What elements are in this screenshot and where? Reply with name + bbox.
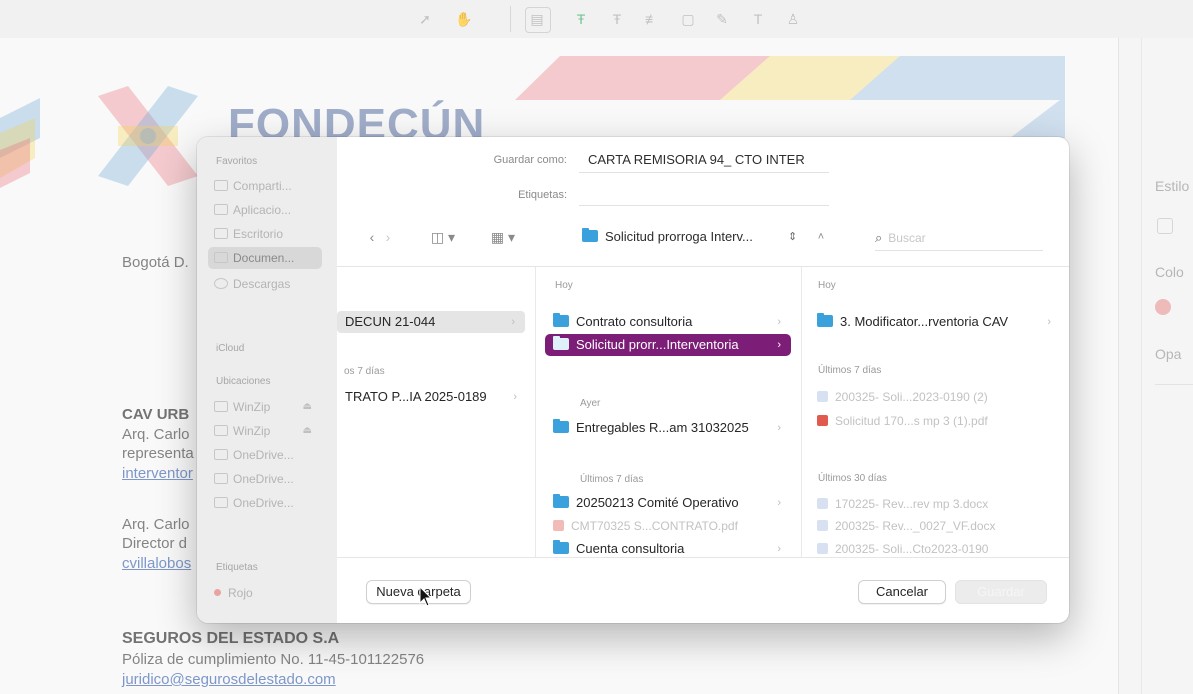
sidebar-item-onedrive[interactable]: OneDrive... [208,492,322,514]
save-button[interactable]: Guardar [955,580,1047,604]
column-view-icon[interactable]: ◫ ▾ [425,226,461,248]
chevron-right-icon: › [777,339,781,351]
back-chevron-icon[interactable]: ‹ [365,226,379,248]
list-item-folder-selected[interactable]: Solicitud prorr...Interventoria › [545,334,791,356]
cloud-icon [214,497,228,508]
forward-chevron-icon[interactable]: › [381,226,395,248]
document-icon [214,252,228,263]
word-file-icon [817,498,828,509]
column-separator [535,267,536,557]
list-item-folder[interactable]: Contrato consultoria › [545,311,791,333]
location-popup[interactable]: Solicitud prorroga Interv... ⇕ [582,225,808,249]
column-section-header: Hoy [555,280,573,291]
folder-icon [817,313,833,327]
sidebar-item-downloads[interactable]: Descargas [208,273,322,295]
cancel-button[interactable]: Cancelar [858,580,946,604]
collapse-chevron-icon[interactable]: ˄ [811,226,831,248]
folder-icon [553,419,569,433]
download-icon [214,278,228,289]
list-item-folder[interactable]: 3. Modificator...rventoria CAV › [809,311,1061,333]
sidebar-item-onedrive[interactable]: OneDrive... [208,444,322,466]
browser-divider [337,266,1069,267]
sidebar-item-documents[interactable]: Documen... [208,247,322,269]
column-separator [801,267,802,557]
list-item-file: 170225- Rev...rev mp 3.docx [809,493,1061,515]
cloud-icon [214,449,228,460]
list-item-folder[interactable]: Entregables R...am 31032025 › [545,417,791,439]
footer-divider [337,557,1069,558]
folder-icon [553,336,569,350]
apps-icon [214,204,228,215]
drive-icon [214,425,228,436]
favorites-header: Favoritos [216,156,258,167]
folder-icon [553,540,569,554]
pdf-file-icon [817,415,828,426]
word-file-icon [817,391,828,402]
filename-input[interactable]: CARTA REMISORIA 94_ CTO INTER [579,149,829,171]
folder-icon [214,180,228,191]
cloud-icon [214,473,228,484]
column-section-header: Últimos 7 días [580,474,644,485]
list-item-file: CMT70325 S...CONTRATO.pdf [545,515,791,537]
list-item-file: 200325- Soli...2023-0190 (2) [809,386,1061,408]
folder-icon [553,494,569,508]
list-item-file: 200325- Rev..._0027_VF.docx [809,515,1061,537]
drive-icon [214,401,228,412]
column-section-header: Hoy [818,280,836,291]
eject-icon[interactable]: ⏏ [303,396,312,418]
tags-header: Etiquetas [216,562,258,573]
sidebar-item-tag-red[interactable]: Rojo [208,582,322,604]
chevron-right-icon: › [513,391,517,403]
dialog-sidebar: Favoritos Comparti... Aplicacio... Escri… [197,137,337,623]
folder-icon [582,228,598,242]
chevron-right-icon: › [777,316,781,328]
list-item-folder[interactable]: 20250213 Comité Operativo › [545,492,791,514]
chevron-right-icon: › [1047,316,1051,328]
sidebar-item-winzip[interactable]: WinZip ⏏ [208,396,322,418]
search-icon: ⌕ [875,230,883,245]
red-tag-icon [214,589,221,596]
list-item-file: Solicitud 170...s mp 3 (1).pdf [809,410,1061,432]
column-section-header: Últimos 7 días [818,365,882,376]
list-item-folder[interactable]: TRATO P...IA 2025-0189 › [337,386,527,408]
word-file-icon [817,520,828,531]
desktop-icon [214,228,228,239]
search-field[interactable]: ⌕ Buscar [875,227,1043,249]
column-section-header: Ayer [580,398,601,409]
chevron-right-icon: › [777,497,781,509]
sidebar-item-shared[interactable]: Comparti... [208,175,322,197]
eject-icon[interactable]: ⏏ [303,420,312,442]
mouse-cursor-icon [419,586,433,607]
sidebar-item-desktop[interactable]: Escritorio [208,223,322,245]
tags-label: Etiquetas: [518,189,567,201]
sidebar-item-winzip[interactable]: WinZip ⏏ [208,420,322,442]
tags-input[interactable] [579,183,829,205]
list-item-folder[interactable]: DECUN 21-044 › [337,311,525,333]
sidebar-item-onedrive[interactable]: OneDrive... [208,468,322,490]
search-underline [875,250,1043,251]
grid-group-icon[interactable]: ▦ ▾ [483,226,523,248]
tags-underline [579,205,829,206]
save-dialog: Favoritos Comparti... Aplicacio... Escri… [197,137,1069,623]
pdf-file-icon [553,520,564,531]
column-section-header: os 7 días [344,366,385,377]
sidebar-item-applications[interactable]: Aplicacio... [208,199,322,221]
icloud-header: iCloud [216,343,245,354]
chevron-right-icon: › [511,316,515,328]
column-section-header: Últimos 30 días [818,473,887,484]
save-as-label: Guardar como: [493,154,567,166]
word-file-icon [817,543,828,554]
folder-icon [553,313,569,327]
filename-underline [579,172,829,173]
chevron-right-icon: › [777,422,781,434]
locations-header: Ubicaciones [216,376,271,387]
updown-chevron-icon: ⇕ [788,231,798,243]
